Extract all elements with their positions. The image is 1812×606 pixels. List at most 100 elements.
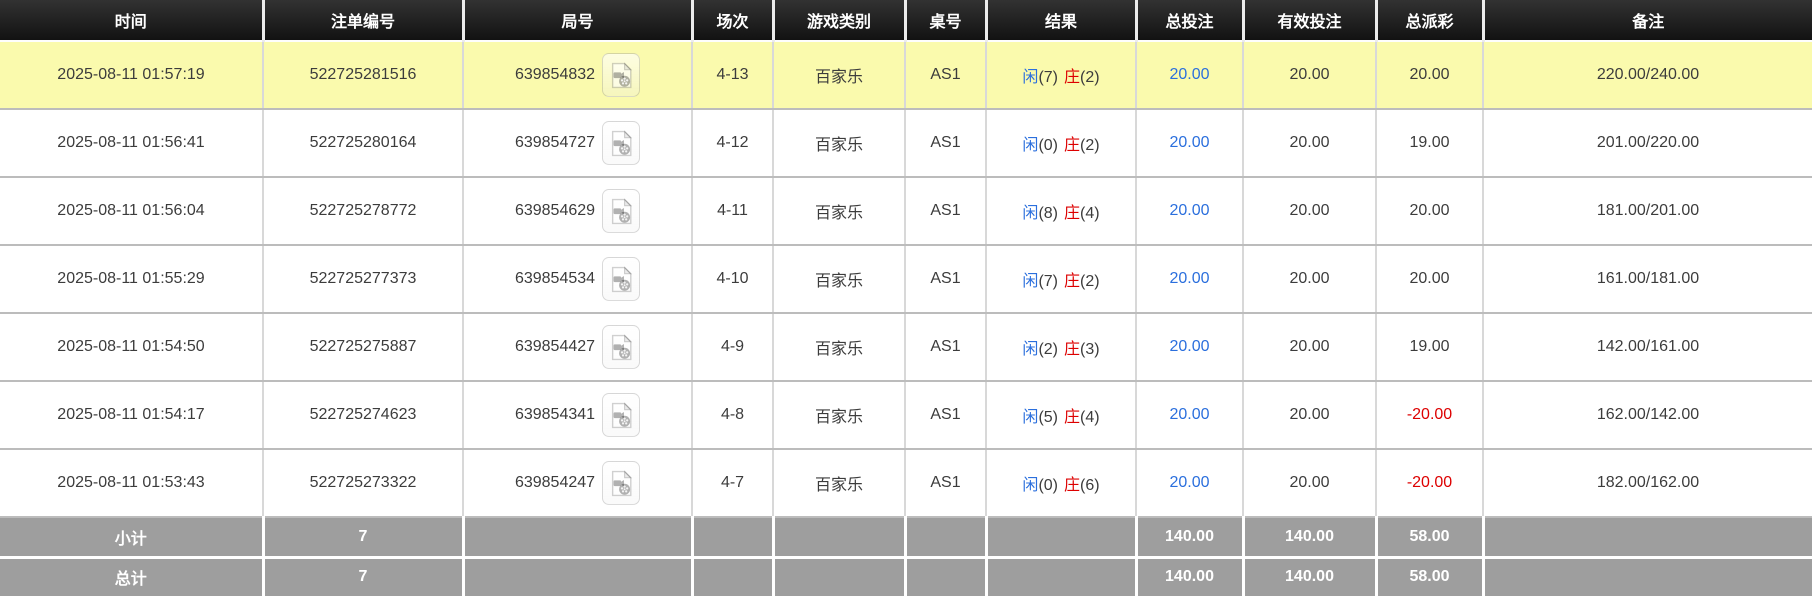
cell-result bbox=[986, 557, 1138, 599]
total-bet-value[interactable]: 20.00 bbox=[1169, 134, 1209, 151]
video-replay-button[interactable] bbox=[602, 189, 641, 233]
bet-records-table: 时间 注单编号 局号 场次 游戏类别 桌号 结果 总投注 有效投注 总派彩 备注… bbox=[0, 0, 1812, 599]
cell-remark: 182.00/162.00 bbox=[1483, 449, 1812, 518]
cell-round-id: 639854832 bbox=[463, 41, 693, 110]
round-number: 639854341 bbox=[514, 406, 596, 423]
video-replay-icon bbox=[611, 197, 632, 224]
col-header-result: 结果 bbox=[986, 0, 1138, 42]
summary-label: 小计 bbox=[0, 517, 265, 559]
total-bet-value[interactable]: 20.00 bbox=[1169, 338, 1209, 355]
cell-result: 闲(5) 庄(4) bbox=[986, 381, 1137, 450]
cell-remark: 161.00/181.00 bbox=[1483, 245, 1812, 314]
cell-game-type bbox=[773, 517, 907, 559]
cell-session: 4-8 bbox=[692, 381, 774, 450]
cell-time: 2025-08-11 01:53:43 bbox=[0, 449, 264, 518]
round-number: 639854727 bbox=[514, 134, 596, 151]
col-header-valid-bet: 有效投注 bbox=[1243, 0, 1378, 42]
player-result-label: 闲 bbox=[1022, 205, 1039, 222]
cell-session bbox=[692, 517, 775, 559]
cell-round-id: 639854727 bbox=[463, 109, 693, 178]
round-id-group: 639854341 bbox=[468, 393, 687, 437]
video-replay-icon bbox=[611, 469, 632, 496]
cell-bet-id: 522725280164 bbox=[263, 109, 464, 178]
video-replay-button[interactable] bbox=[602, 461, 641, 505]
cell-total-payout: 20.00 bbox=[1376, 245, 1484, 314]
cell-remark: 201.00/220.00 bbox=[1483, 109, 1812, 178]
video-replay-button[interactable] bbox=[602, 393, 641, 437]
video-replay-icon bbox=[611, 265, 632, 292]
bet-record-row: 2025-08-11 01:55:29 522725277373 639854534… bbox=[0, 245, 1812, 314]
table-header-row: 时间 注单编号 局号 场次 游戏类别 桌号 结果 总投注 有效投注 总派彩 备注 bbox=[0, 0, 1812, 42]
video-replay-icon bbox=[611, 61, 632, 88]
cell-bet-id: 522725275887 bbox=[263, 313, 464, 382]
cell-time: 2025-08-11 01:57:19 bbox=[0, 41, 264, 110]
total-bet-value[interactable]: 20.00 bbox=[1169, 66, 1209, 83]
cell-game-type: 百家乐 bbox=[773, 449, 906, 518]
cell-bet-id: 522725274623 bbox=[263, 381, 464, 450]
summary-total-payout: 58.00 bbox=[1376, 557, 1485, 599]
banker-result-points: (2) bbox=[1080, 273, 1100, 290]
col-header-table-no: 桌号 bbox=[905, 0, 988, 42]
cell-time: 2025-08-11 01:54:50 bbox=[0, 313, 264, 382]
cell-game-type: 百家乐 bbox=[773, 41, 906, 110]
banker-result-label: 庄 bbox=[1064, 409, 1081, 426]
total-bet-value[interactable]: 20.00 bbox=[1169, 202, 1209, 219]
cell-result: 闲(0) 庄(2) bbox=[986, 109, 1137, 178]
cell-bet-id: 522725281516 bbox=[263, 41, 464, 110]
cell-valid-bet: 20.00 bbox=[1243, 41, 1377, 110]
cell-round-id: 639854247 bbox=[463, 449, 693, 518]
cell-bet-id: 522725277373 bbox=[263, 245, 464, 314]
round-number: 639854247 bbox=[514, 474, 596, 491]
round-id-group: 639854247 bbox=[468, 461, 687, 505]
banker-result-label: 庄 bbox=[1064, 205, 1081, 222]
cell-game-type bbox=[773, 557, 907, 599]
banker-result-points: (2) bbox=[1080, 69, 1100, 86]
video-replay-button[interactable] bbox=[602, 53, 641, 97]
bet-record-row: 2025-08-11 01:57:19 522725281516 639854832… bbox=[0, 41, 1812, 110]
cell-round-id bbox=[463, 557, 694, 599]
round-number: 639854629 bbox=[514, 202, 596, 219]
cell-remark bbox=[1483, 557, 1812, 599]
summary-count: 7 bbox=[263, 517, 465, 559]
round-number: 639854832 bbox=[514, 66, 596, 83]
round-id-group: 639854427 bbox=[468, 325, 687, 369]
col-header-total-payout: 总派彩 bbox=[1376, 0, 1485, 42]
player-result-points: (0) bbox=[1038, 137, 1058, 154]
cell-game-type: 百家乐 bbox=[773, 381, 906, 450]
cell-game-type: 百家乐 bbox=[773, 245, 906, 314]
summary-count: 7 bbox=[263, 557, 465, 599]
bet-record-row: 2025-08-11 01:53:43 522725273322 639854247… bbox=[0, 449, 1812, 518]
cell-session: 4-13 bbox=[692, 41, 774, 110]
player-result-points: (5) bbox=[1038, 409, 1058, 426]
cell-session: 4-12 bbox=[692, 109, 774, 178]
cell-result: 闲(7) 庄(2) bbox=[986, 41, 1137, 110]
round-id-group: 639854727 bbox=[468, 121, 687, 165]
round-id-group: 639854629 bbox=[468, 189, 687, 233]
video-replay-button[interactable] bbox=[602, 257, 641, 301]
total-bet-value[interactable]: 20.00 bbox=[1169, 474, 1209, 491]
cell-result: 闲(0) 庄(6) bbox=[986, 449, 1137, 518]
player-result-points: (7) bbox=[1038, 273, 1058, 290]
cell-session: 4-9 bbox=[692, 313, 774, 382]
total-bet-value[interactable]: 20.00 bbox=[1169, 270, 1209, 287]
cell-remark bbox=[1483, 517, 1812, 559]
video-replay-icon bbox=[611, 129, 632, 156]
cell-total-bet: 20.00 bbox=[1136, 245, 1244, 314]
video-replay-icon bbox=[611, 401, 632, 428]
cell-total-payout: 20.00 bbox=[1376, 41, 1484, 110]
total-bet-value[interactable]: 20.00 bbox=[1169, 406, 1209, 423]
cell-remark: 220.00/240.00 bbox=[1483, 41, 1812, 110]
banker-result-label: 庄 bbox=[1064, 341, 1081, 358]
player-result-label: 闲 bbox=[1022, 341, 1039, 358]
video-replay-icon bbox=[611, 333, 632, 360]
video-replay-button[interactable] bbox=[602, 325, 641, 369]
banker-result-points: (3) bbox=[1080, 341, 1100, 358]
banker-result-points: (2) bbox=[1080, 137, 1100, 154]
video-replay-button[interactable] bbox=[602, 121, 641, 165]
cell-remark: 142.00/161.00 bbox=[1483, 313, 1812, 382]
cell-table-no: AS1 bbox=[905, 313, 987, 382]
summary-total-payout: 58.00 bbox=[1376, 517, 1485, 559]
cell-session bbox=[692, 557, 775, 599]
col-header-total-bet: 总投注 bbox=[1136, 0, 1245, 42]
cell-valid-bet: 20.00 bbox=[1243, 109, 1377, 178]
